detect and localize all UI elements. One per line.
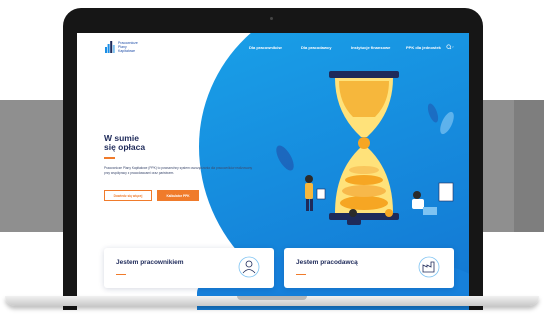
ppk-calculator-button[interactable]: Kalkulator PPK: [157, 190, 199, 201]
search-icon[interactable]: [446, 44, 454, 50]
camera: [270, 17, 273, 20]
learn-more-button[interactable]: Dowiedz się więcej: [104, 190, 152, 201]
card-title: Jestem pracodawcą: [296, 259, 358, 266]
nav-item-financial-institutions[interactable]: Instytucje finansowe: [351, 45, 390, 50]
logo-line: Kapitałowe: [118, 49, 136, 53]
site-logo[interactable]: Pracownicze Plany Kapitałowe: [105, 41, 148, 53]
worker-icon: [238, 256, 260, 278]
factory-icon: [418, 256, 440, 278]
hero-title: W sumie się opłaca: [104, 134, 145, 152]
card-title: Jestem pracownikiem: [116, 259, 184, 266]
employee-card[interactable]: Jestem pracownikiem: [104, 248, 274, 288]
laptop-screen: Pracownicze Plany Kapitałowe Dla pracown…: [77, 33, 469, 310]
laptop-notch: [237, 296, 307, 300]
hero-title-line: się opłaca: [104, 142, 146, 152]
nav-item-employees[interactable]: Dla pracowników: [249, 45, 282, 50]
hero-heading-block: W sumie się opłaca: [104, 134, 145, 159]
hourglass-illustration: [276, 71, 454, 225]
hero-accent-line: [104, 157, 115, 159]
hero-description: Pracownicze Plany Kapitałowe (PPK) to po…: [104, 166, 253, 175]
logo-text: Pracownicze Plany Kapitałowe: [118, 41, 148, 53]
site-header: Pracownicze Plany Kapitałowe Dla pracown…: [77, 33, 469, 59]
logo-icon: [105, 41, 115, 53]
nav-item-employers[interactable]: Dla pracodawcy: [301, 45, 331, 50]
card-accent-line: [116, 274, 126, 276]
nav-item-public-units[interactable]: PPK dla jednostek: [406, 45, 441, 50]
employer-card[interactable]: Jestem pracodawcą: [284, 248, 454, 288]
laptop: Pracownicze Plany Kapitałowe Dla pracown…: [63, 8, 483, 310]
card-accent-line: [296, 274, 306, 276]
laptop-base: [5, 296, 539, 306]
